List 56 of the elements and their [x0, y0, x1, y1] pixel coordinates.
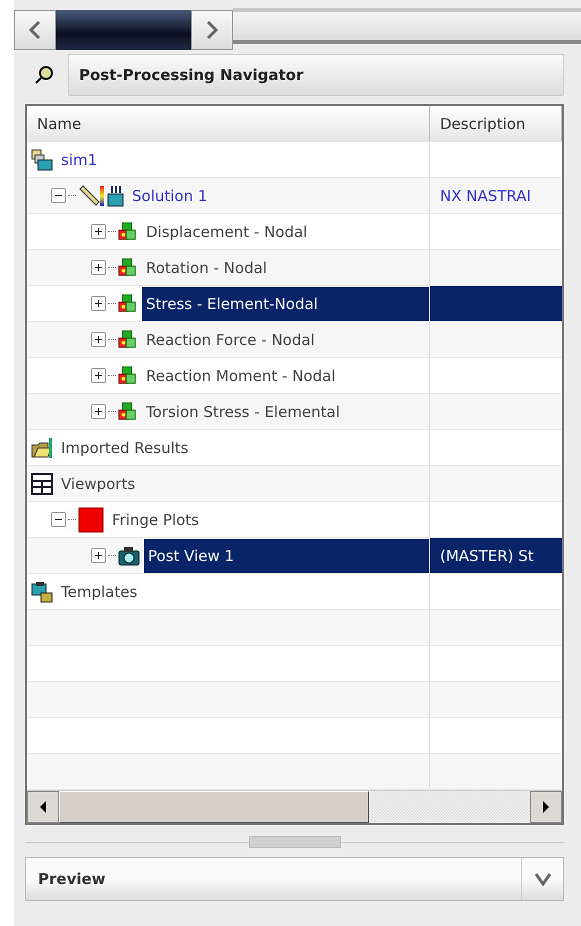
tree-item[interactable]: Reaction Moment - Nodal	[142, 358, 340, 392]
model-stack-icon	[31, 148, 53, 170]
result-icon	[118, 258, 138, 278]
tree-item[interactable]: Fringe Plots	[108, 502, 203, 536]
plus-icon	[94, 335, 103, 344]
result-icon	[118, 366, 138, 386]
collapse-toggle[interactable]	[51, 512, 66, 527]
expand-toggle[interactable]	[91, 332, 106, 347]
chevron-down-icon	[534, 872, 552, 886]
solution-icon	[78, 184, 124, 206]
navigator-title[interactable]: Post-Processing Navigator	[68, 54, 564, 96]
tab-scroll-thumb[interactable]	[56, 10, 191, 50]
expand-toggle[interactable]	[91, 296, 106, 311]
scroll-right-button[interactable]	[530, 791, 562, 823]
tree-item[interactable]: sim1	[57, 142, 102, 176]
triangle-left-icon	[39, 801, 47, 813]
chevron-left-icon	[27, 20, 43, 40]
scroll-left-button[interactable]	[27, 791, 59, 823]
column-header[interactable]: Name	[27, 106, 430, 141]
result-icon	[118, 330, 138, 350]
folder-icon	[31, 436, 53, 458]
tree-item[interactable]: Templates	[57, 574, 142, 608]
viewports-icon	[31, 472, 53, 494]
expand-toggle[interactable]	[91, 368, 106, 383]
plus-icon	[94, 407, 103, 416]
preview-title: Preview	[37, 869, 107, 890]
plus-icon	[94, 227, 103, 236]
square-icon	[78, 506, 104, 532]
plus-icon	[94, 551, 103, 560]
scrollbar-thumb[interactable]	[59, 791, 369, 823]
tree-item[interactable]: Solution 1	[128, 178, 212, 212]
expand-toggle[interactable]	[91, 260, 106, 275]
chevron-right-icon	[204, 20, 220, 40]
description-cell: (MASTER) St	[430, 538, 562, 573]
tree-item[interactable]: Imported Results	[57, 430, 192, 464]
result-icon	[118, 222, 138, 242]
description-cell-text: NX NASTRAI	[439, 186, 532, 206]
triangle-right-icon	[542, 801, 550, 813]
tree-item[interactable]: Post View 1	[144, 538, 429, 572]
plus-icon	[94, 299, 103, 308]
plus-icon	[94, 263, 103, 272]
expand-toggle[interactable]	[91, 224, 106, 239]
camera-icon	[118, 544, 140, 566]
splitter-grip[interactable]	[248, 836, 340, 848]
tree-item[interactable]: Stress - Element-Nodal	[142, 286, 429, 320]
tree-item[interactable]: Displacement - Nodal	[142, 214, 312, 248]
tree-item[interactable]: Viewports	[57, 466, 140, 500]
expand-toggle[interactable]	[91, 548, 106, 563]
result-icon	[118, 294, 138, 314]
result-icon	[118, 402, 138, 422]
expand-toggle[interactable]	[91, 404, 106, 419]
column-header[interactable]: Description	[430, 106, 562, 141]
horizontal-scrollbar[interactable]	[27, 790, 562, 823]
templates-icon	[31, 580, 53, 602]
plus-icon	[94, 371, 103, 380]
collapse-toggle[interactable]	[51, 188, 66, 203]
